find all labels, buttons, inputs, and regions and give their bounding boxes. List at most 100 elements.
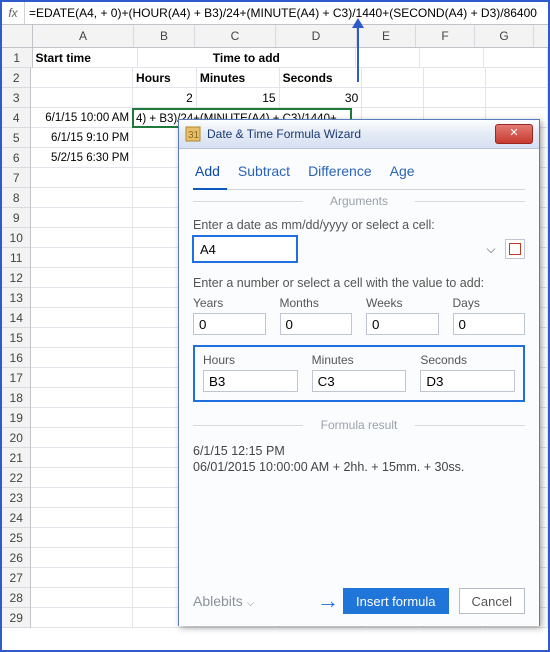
cell[interactable] — [486, 88, 548, 108]
row-header[interactable]: 19 — [2, 408, 31, 428]
row-header[interactable]: 9 — [2, 208, 31, 228]
dialog-titlebar[interactable]: 31 Date & Time Formula Wizard ✕ — [179, 120, 539, 149]
row-header[interactable]: 26 — [2, 548, 31, 568]
chevron-down-icon[interactable]: ⌵ — [483, 242, 499, 257]
row-header[interactable]: 16 — [2, 348, 31, 368]
cell[interactable] — [31, 348, 133, 368]
row-header[interactable]: 27 — [2, 568, 31, 588]
row-header[interactable]: 28 — [2, 588, 31, 608]
row-header[interactable]: 11 — [2, 248, 31, 268]
col-header-E[interactable]: E — [357, 25, 416, 47]
cell[interactable] — [31, 308, 133, 328]
row-header[interactable]: 7 — [2, 168, 31, 188]
cell[interactable]: 6/1/15 9:10 PM — [31, 128, 133, 148]
cell[interactable]: 15 — [197, 88, 280, 108]
row-header[interactable]: 12 — [2, 268, 31, 288]
cell[interactable] — [356, 48, 420, 68]
cell[interactable] — [31, 268, 133, 288]
date-input[interactable] — [193, 236, 297, 262]
cell[interactable] — [362, 88, 424, 108]
cell[interactable] — [31, 428, 133, 448]
cell[interactable]: Seconds — [280, 68, 363, 88]
cell[interactable]: Hours — [133, 68, 197, 88]
fx-icon[interactable]: fx — [2, 2, 25, 24]
col-header-A[interactable]: A — [33, 25, 134, 47]
cell[interactable] — [31, 208, 133, 228]
brand-label[interactable]: Ablebits ⌵ — [193, 593, 254, 609]
row-header[interactable]: 8 — [2, 188, 31, 208]
cell[interactable] — [31, 228, 133, 248]
cell[interactable] — [31, 388, 133, 408]
col-header-D[interactable]: D — [276, 25, 357, 47]
years-input[interactable] — [193, 313, 266, 335]
row-header[interactable]: 10 — [2, 228, 31, 248]
tab-subtract[interactable]: Subtract — [238, 163, 290, 179]
cell[interactable]: 6/1/15 10:00 AM — [31, 108, 133, 128]
cell[interactable] — [362, 68, 424, 88]
cell[interactable] — [31, 368, 133, 388]
row-header[interactable]: 14 — [2, 308, 31, 328]
seconds-input[interactable] — [420, 370, 515, 392]
cell[interactable] — [484, 48, 548, 68]
row-header[interactable]: 20 — [2, 428, 31, 448]
row-header[interactable]: 6 — [2, 148, 31, 168]
cell[interactable] — [31, 168, 133, 188]
row-header[interactable]: 24 — [2, 508, 31, 528]
cancel-button[interactable]: Cancel — [459, 588, 525, 614]
cell[interactable] — [31, 528, 133, 548]
close-button[interactable]: ✕ — [495, 124, 533, 144]
cell[interactable] — [31, 448, 133, 468]
minutes-input[interactable] — [312, 370, 407, 392]
row-header[interactable]: 25 — [2, 528, 31, 548]
cell[interactable] — [31, 248, 133, 268]
row-header[interactable]: 2 — [2, 68, 31, 88]
row-header[interactable]: 23 — [2, 488, 31, 508]
cell[interactable] — [424, 88, 486, 108]
cell[interactable] — [31, 468, 133, 488]
col-header-G[interactable]: G — [475, 25, 534, 47]
row-header[interactable]: 18 — [2, 388, 31, 408]
cell[interactable] — [31, 488, 133, 508]
cell[interactable]: Start time — [33, 48, 138, 68]
cell[interactable] — [31, 288, 133, 308]
cell[interactable] — [31, 68, 133, 88]
row-header[interactable]: 21 — [2, 448, 31, 468]
cell[interactable] — [31, 548, 133, 568]
cell[interactable] — [31, 568, 133, 588]
cell[interactable]: 30 — [280, 88, 363, 108]
cell[interactable]: 5/2/15 6:30 PM — [31, 148, 133, 168]
cell[interactable] — [31, 608, 133, 628]
tab-difference[interactable]: Difference — [308, 163, 372, 179]
col-header-B[interactable]: B — [134, 25, 195, 47]
tab-age[interactable]: Age — [390, 163, 415, 179]
row-header[interactable]: 29 — [2, 608, 31, 628]
row-header[interactable]: 13 — [2, 288, 31, 308]
cell[interactable] — [424, 68, 486, 88]
months-input[interactable] — [280, 313, 353, 335]
row-header[interactable]: 22 — [2, 468, 31, 488]
row-header[interactable]: 17 — [2, 368, 31, 388]
weeks-input[interactable] — [366, 313, 439, 335]
row-header[interactable]: 3 — [2, 88, 31, 108]
range-picker-icon[interactable] — [505, 239, 525, 259]
cell[interactable] — [31, 588, 133, 608]
cell-merged[interactable]: Time to add — [138, 48, 356, 68]
cell[interactable] — [31, 408, 133, 428]
formula-input[interactable]: =EDATE(A4, + 0)+(HOUR(A4) + B3)/24+(MINU… — [25, 2, 548, 24]
insert-formula-button[interactable]: Insert formula — [343, 588, 448, 614]
row-header[interactable]: 1 — [2, 48, 33, 68]
row-header[interactable]: 5 — [2, 128, 31, 148]
tab-add[interactable]: Add — [195, 163, 220, 179]
row-header[interactable]: 15 — [2, 328, 31, 348]
hours-input[interactable] — [203, 370, 298, 392]
cell[interactable]: 2 — [133, 88, 197, 108]
cell[interactable] — [31, 508, 133, 528]
row-header[interactable]: 4 — [2, 108, 31, 128]
cell[interactable]: Minutes — [197, 68, 280, 88]
cell[interactable] — [486, 68, 548, 88]
select-all-corner[interactable] — [2, 25, 33, 47]
col-header-F[interactable]: F — [416, 25, 475, 47]
cell[interactable] — [31, 88, 133, 108]
cell[interactable] — [31, 188, 133, 208]
cell[interactable] — [31, 328, 133, 348]
